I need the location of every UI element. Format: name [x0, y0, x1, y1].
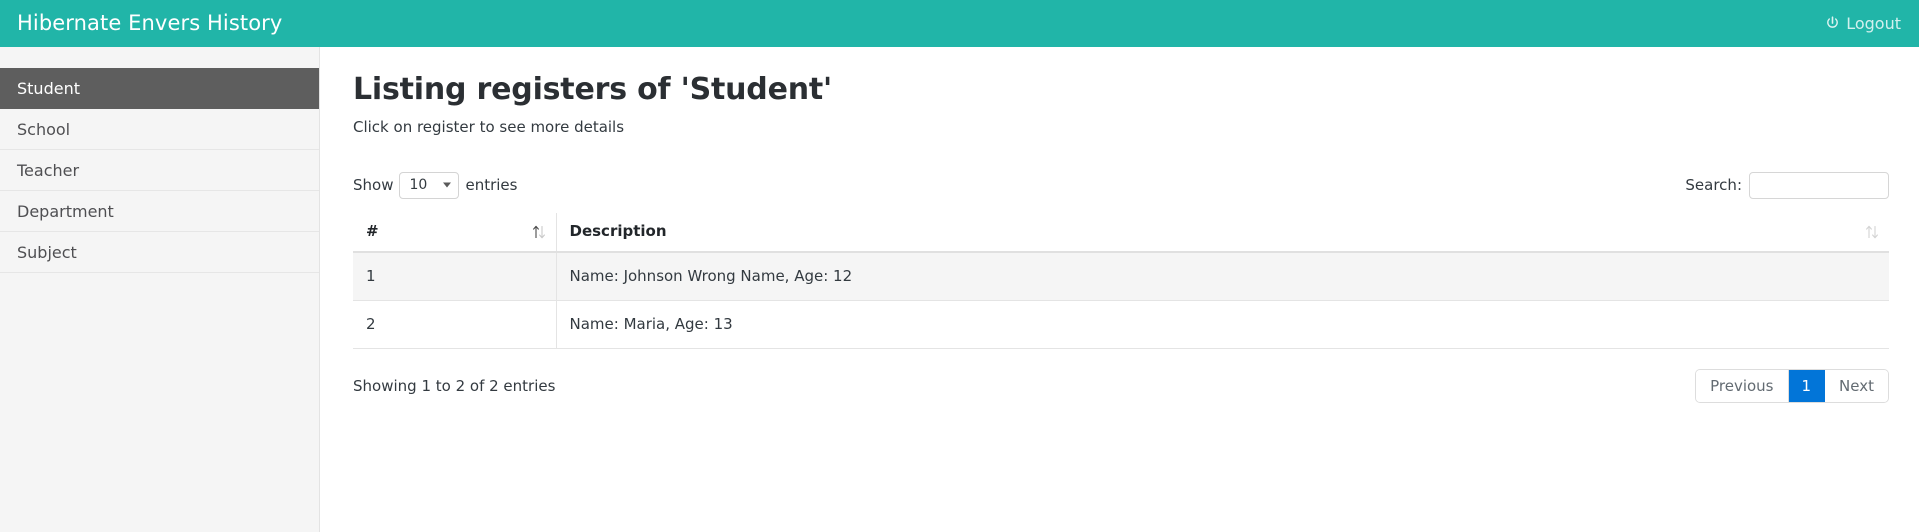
page-length-control: Show 10 entries — [353, 171, 518, 199]
chevron-down-icon — [443, 182, 452, 188]
pagination-previous-button[interactable]: Previous — [1696, 370, 1789, 402]
sidebar-item-subject[interactable]: Subject — [0, 232, 319, 273]
page-subtitle: Click on register to see more details — [353, 118, 625, 136]
app-brand-title: Hibernate Envers History — [17, 11, 283, 35]
cell-description: Name: Johnson Wrong Name, Age: 12 — [556, 252, 1889, 301]
table-controls: Show 10 entries Search: — [353, 171, 1889, 199]
logout-button[interactable]: Logout — [1825, 14, 1919, 33]
column-header-description[interactable]: Description — [556, 213, 1889, 253]
sidebar-nav: Student School Teacher Department Subjec… — [0, 47, 320, 532]
cell-number: 1 — [353, 252, 557, 301]
table-row[interactable]: 1 Name: Johnson Wrong Name, Age: 12 — [353, 252, 1889, 301]
column-header-label: Description — [569, 222, 667, 240]
sidebar-item-label: Teacher — [17, 160, 80, 180]
page-length-value: 10 — [409, 177, 428, 193]
sidebar-item-label: School — [17, 119, 71, 139]
search-label: Search: — [1685, 176, 1742, 194]
show-label: Show — [353, 176, 394, 194]
sidebar-item-student[interactable]: Student — [0, 68, 319, 109]
pagination: Previous 1 Next — [1695, 369, 1889, 403]
sort-both-icon — [1864, 225, 1880, 240]
sidebar-item-school[interactable]: School — [0, 109, 319, 150]
table-info: Showing 1 to 2 of 2 entries — [353, 377, 556, 395]
sidebar-item-label: Subject — [17, 242, 77, 262]
main-content: Listing registers of 'Student' Click on … — [321, 47, 1919, 532]
page-title: Listing registers of 'Student' — [353, 72, 832, 107]
table-footer: Showing 1 to 2 of 2 entries Previous 1 N… — [353, 369, 1889, 403]
column-header-label: # — [366, 222, 379, 240]
pagination-next-button[interactable]: Next — [1825, 370, 1888, 402]
table-header-row: # Description — [353, 213, 1889, 253]
entries-label: entries — [465, 176, 518, 194]
column-header-number[interactable]: # — [353, 213, 557, 253]
search-input[interactable] — [1749, 171, 1889, 199]
table-body: 1 Name: Johnson Wrong Name, Age: 12 2 Na… — [353, 252, 1889, 349]
sidebar-item-label: Student — [17, 78, 80, 98]
logout-label: Logout — [1846, 14, 1901, 33]
table-row[interactable]: 2 Name: Maria, Age: 13 — [353, 300, 1889, 349]
cell-description: Name: Maria, Age: 13 — [556, 300, 1889, 349]
sort-both-icon — [531, 225, 547, 240]
search-control: Search: — [1685, 171, 1889, 199]
registers-table: # Description 1 Name: Johnson Wrong Name… — [353, 213, 1889, 349]
sidebar-item-department[interactable]: Department — [0, 191, 319, 232]
table-head: # Description — [353, 213, 1889, 253]
sidebar-item-label: Department — [17, 201, 114, 221]
top-navbar: Hibernate Envers History Logout — [0, 0, 1919, 47]
sidebar-item-teacher[interactable]: Teacher — [0, 150, 319, 191]
power-icon — [1825, 16, 1840, 31]
page-length-select[interactable]: 10 — [399, 171, 460, 199]
cell-number: 2 — [353, 300, 557, 349]
pagination-page-1-button[interactable]: 1 — [1788, 370, 1826, 402]
